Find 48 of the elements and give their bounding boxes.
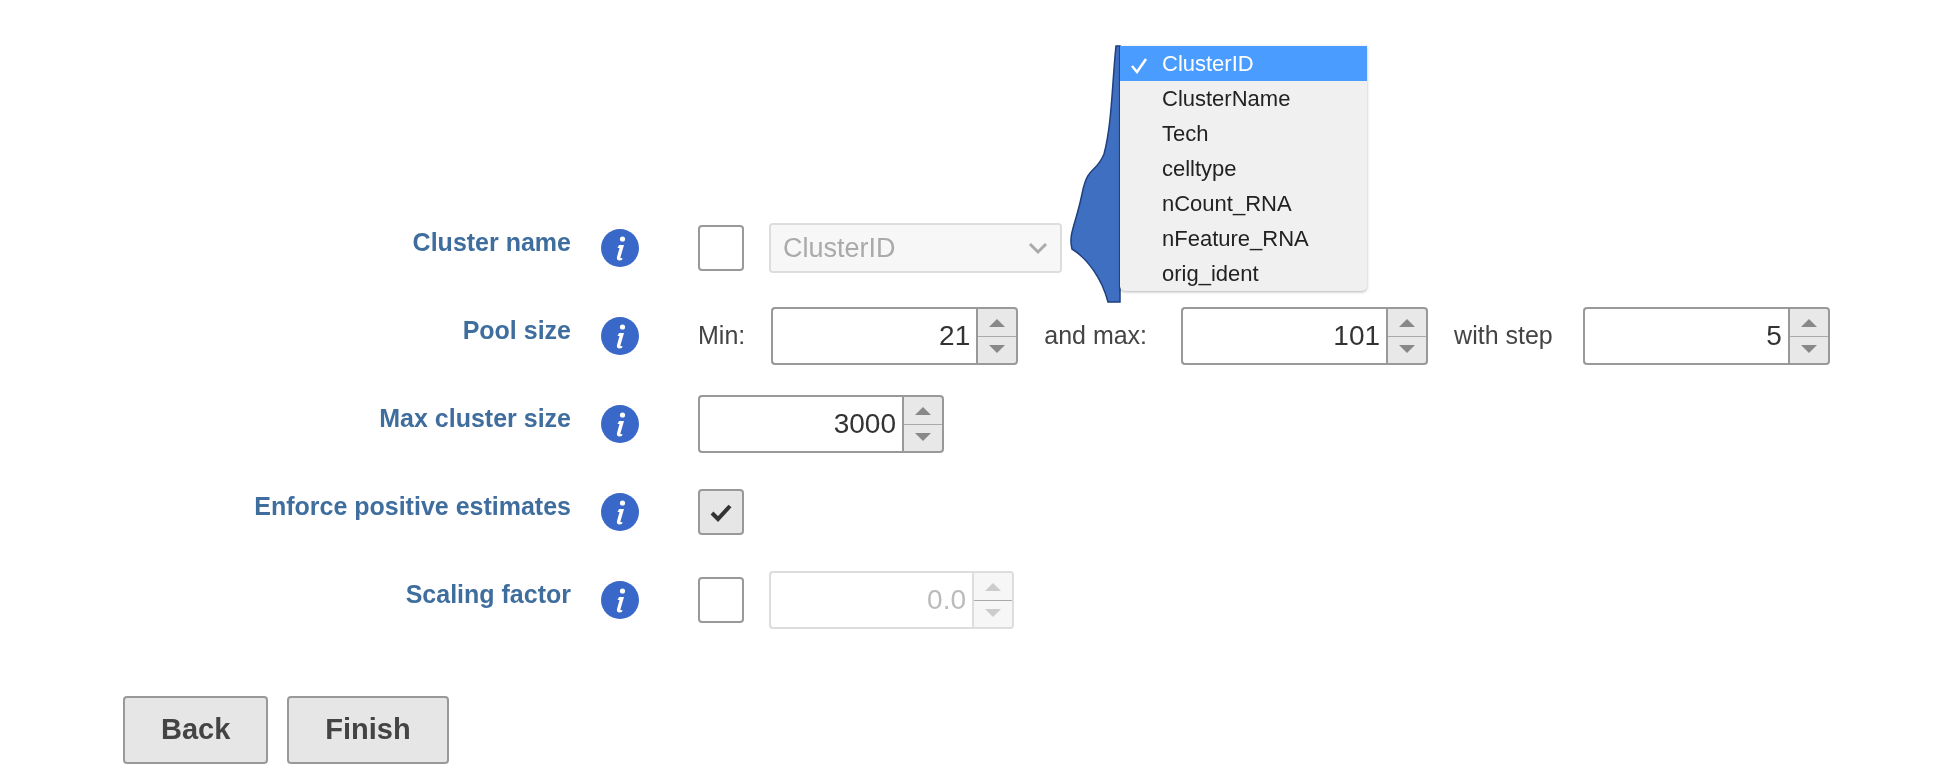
- option-text: orig_ident: [1162, 260, 1259, 288]
- up-arrow-icon: [914, 404, 932, 416]
- option-text: nFeature_RNA: [1162, 225, 1309, 253]
- checkbox[interactable]: [698, 225, 744, 271]
- down-arrow-icon: [1799, 344, 1818, 356]
- info-icon[interactable]: [601, 317, 639, 355]
- chevron-down-icon: [1028, 241, 1048, 255]
- field-text: and max:: [1044, 320, 1148, 352]
- option-text: Tech: [1162, 120, 1209, 148]
- checkbox[interactable]: [698, 489, 744, 535]
- down-arrow-icon: [1398, 344, 1417, 356]
- dropdown-option[interactable]: Tech: [1120, 116, 1367, 151]
- check-icon: [1130, 56, 1148, 74]
- select-value: ClusterID: [783, 231, 896, 265]
- option-text: celltype: [1162, 155, 1237, 183]
- field-text: Min:: [698, 320, 746, 352]
- down-arrow-icon: [988, 344, 1007, 356]
- up-arrow-icon: [988, 316, 1007, 328]
- dropdown-option[interactable]: ClusterName: [1120, 81, 1367, 116]
- number-field[interactable]: 3000: [698, 395, 902, 453]
- info-icon[interactable]: [601, 405, 639, 443]
- field-label: Cluster name: [411, 227, 571, 259]
- dropdown-option[interactable]: nCount_RNA: [1120, 186, 1367, 221]
- down-arrow-icon: [914, 432, 932, 444]
- up-arrow-icon: [1799, 316, 1818, 328]
- option-text: nCount_RNA: [1162, 190, 1292, 218]
- checkbox[interactable]: [698, 577, 744, 623]
- nav-button[interactable]: Back: [123, 696, 269, 764]
- nav-button[interactable]: Finish: [287, 696, 449, 764]
- field-label: Enforce positive estimates: [253, 491, 571, 523]
- dropdown-option[interactable]: orig_ident: [1120, 256, 1367, 291]
- dropdown-option[interactable]: celltype: [1120, 151, 1367, 186]
- field-text: with step: [1454, 320, 1553, 352]
- up-arrow-icon: [984, 580, 1002, 592]
- field-label: Max cluster size: [378, 403, 571, 435]
- number-field[interactable]: 101: [1181, 307, 1387, 365]
- down-arrow-icon: [984, 608, 1002, 620]
- dropdown-option[interactable]: nFeature_RNA: [1120, 221, 1367, 256]
- info-icon[interactable]: [601, 493, 639, 531]
- up-arrow-icon: [1398, 316, 1417, 328]
- number-field[interactable]: 21: [771, 307, 977, 365]
- info-icon[interactable]: [601, 581, 639, 619]
- option-text: ClusterID: [1162, 50, 1254, 78]
- number-field[interactable]: 5: [1582, 307, 1788, 365]
- info-icon[interactable]: [601, 229, 639, 267]
- field-label: Pool size: [461, 315, 571, 347]
- option-text: ClusterName: [1162, 85, 1291, 113]
- field-label: Scaling factor: [404, 579, 571, 611]
